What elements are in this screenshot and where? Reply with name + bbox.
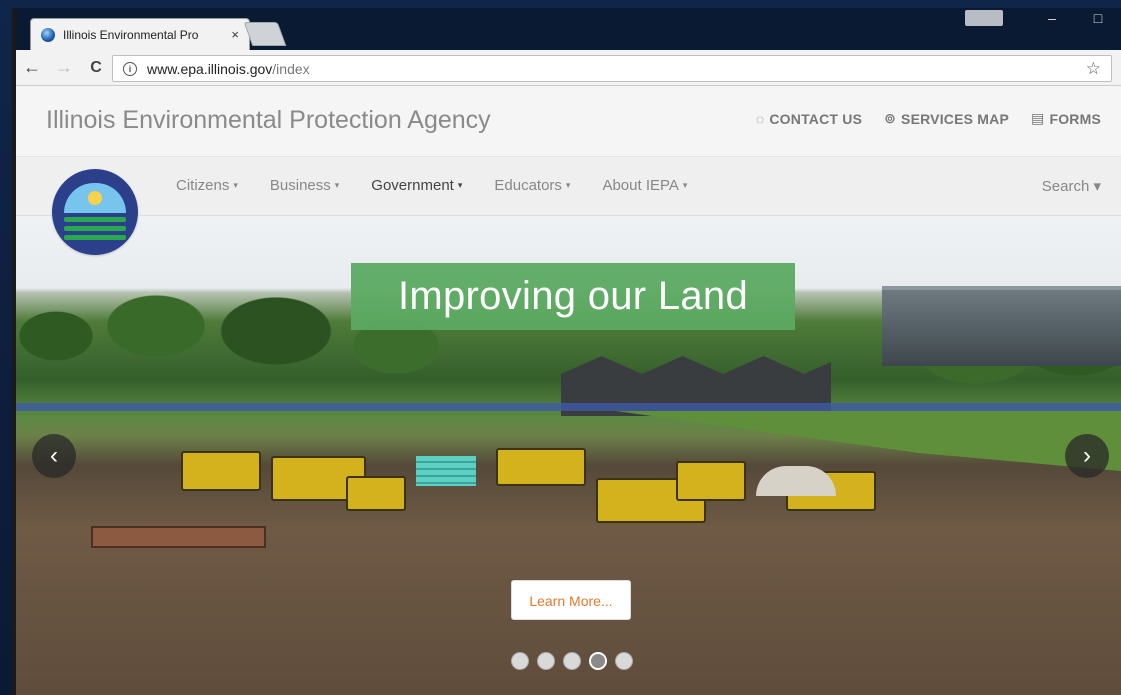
map-pin-icon: ⊚ — [884, 110, 897, 126]
services-map-link[interactable]: ⊚ SERVICES MAP — [884, 110, 1009, 127]
agency-name[interactable]: Illinois Environmental Protection Agency — [46, 106, 491, 135]
forms-label: FORMS — [1049, 110, 1101, 127]
site-favicon-icon — [41, 27, 55, 42]
bookmark-star-icon[interactable]: ☆ — [1086, 59, 1101, 79]
nav-citizens[interactable]: Citizens ▾ — [176, 177, 238, 194]
nav-educators[interactable]: Educators ▾ — [494, 177, 570, 194]
tab-close-icon[interactable]: × — [231, 27, 239, 42]
carousel-dot[interactable] — [615, 652, 633, 670]
logo-band — [64, 217, 126, 222]
nav-label: Educators — [494, 177, 562, 194]
chat-icon: ◌ — [755, 110, 765, 127]
reload-icon[interactable]: C — [80, 59, 112, 77]
services-map-label: SERVICES MAP — [901, 110, 1009, 127]
chevron-down-icon: ▾ — [682, 180, 688, 190]
browser-toolbar: ← → C i www.epa.illinois.gov/index ☆ — [16, 50, 1121, 86]
window-controls: – □ — [965, 8, 1121, 28]
hero-photo-pipes — [416, 456, 476, 486]
carousel-dot[interactable] — [589, 652, 607, 670]
main-navigation: Citizens ▾ Business ▾ Government ▾ Educator… — [16, 156, 1121, 255]
back-icon[interactable]: ← — [16, 57, 48, 78]
carousel-dot[interactable] — [563, 652, 581, 670]
hero-photo-steel-plate — [91, 526, 266, 548]
hero-photo-excavator — [676, 461, 746, 501]
nav-search[interactable]: Search ▾ — [1042, 177, 1101, 195]
chevron-down-icon: ▾ — [457, 180, 463, 190]
forward-icon[interactable]: → — [48, 57, 80, 78]
new-tab-button[interactable] — [243, 22, 287, 46]
nav-business[interactable]: Business ▾ — [270, 177, 339, 194]
logo-band — [64, 226, 126, 231]
forms-link[interactable]: ▤ FORMS — [1031, 110, 1101, 127]
url-path: /index — [272, 60, 310, 77]
carousel-prev-button[interactable]: ‹ — [32, 434, 76, 478]
logo-sun — [88, 191, 102, 205]
carousel-dot[interactable] — [537, 652, 555, 670]
minimize-icon[interactable]: – — [1029, 10, 1075, 26]
tab-strip: Illinois Environmental Pro × – □ — [16, 8, 1121, 50]
site-header: Illinois Environmental Protection Agency… — [16, 86, 1121, 156]
hero-photo-building — [882, 286, 1121, 366]
url-host: www.epa.illinois.gov — [147, 60, 273, 77]
learn-more-button[interactable]: Learn More... — [511, 580, 631, 620]
nav-label: About IEPA — [602, 177, 679, 194]
chevron-left-icon: ‹ — [50, 442, 58, 469]
browser-tab[interactable]: Illinois Environmental Pro × — [30, 18, 250, 50]
slide-title: Improving our Land — [351, 263, 795, 330]
logo-band — [64, 235, 126, 240]
carousel-dot[interactable] — [511, 652, 529, 670]
site-info-icon[interactable]: i — [123, 61, 137, 76]
hero-photo-bulldozer — [346, 476, 406, 511]
contact-us-label: CONTACT US — [769, 110, 863, 127]
document-icon: ▤ — [1031, 110, 1045, 126]
chevron-right-icon: › — [1083, 442, 1091, 469]
profile-chip[interactable] — [965, 10, 1003, 26]
nav-label: Business — [269, 177, 331, 194]
chevron-down-icon: ▾ — [565, 180, 571, 190]
hero-photo-fence — [16, 403, 1121, 411]
hero-photo-dump-truck — [181, 451, 261, 491]
nav-about-iepa[interactable]: About IEPA ▾ — [602, 177, 687, 194]
carousel-indicators — [511, 652, 633, 670]
chevron-down-icon: ▾ — [334, 180, 340, 190]
hero-photo-excavator — [496, 448, 586, 486]
contact-us-link[interactable]: ◌ CONTACT US — [756, 110, 862, 127]
tab-title: Illinois Environmental Pro — [63, 27, 199, 42]
nav-label: Citizens — [176, 177, 230, 194]
url-text[interactable]: www.epa.illinois.gov/index — [147, 61, 1086, 77]
address-bar[interactable]: i www.epa.illinois.gov/index ☆ — [112, 55, 1112, 82]
desktop-background: Illinois Environmental Pro × – □ ← → C i… — [0, 0, 1121, 695]
web-page: Illinois Environmental Protection Agency… — [16, 86, 1121, 695]
hero-carousel: Improving our Land ‹ › Learn More... — [16, 216, 1121, 695]
chevron-down-icon: ▾ — [233, 180, 238, 190]
nav-menu: Citizens ▾ Business ▾ Government ▾ Educator… — [176, 177, 687, 194]
nav-government[interactable]: Government ▾ — [371, 177, 462, 194]
nav-label: Government — [371, 177, 454, 194]
iepa-logo[interactable] — [52, 169, 138, 255]
browser-window: Illinois Environmental Pro × – □ ← → C i… — [12, 8, 1121, 695]
utility-links: ◌ CONTACT US ⊚ SERVICES MAP ▤ FORMS — [756, 110, 1101, 127]
maximize-icon[interactable]: □ — [1075, 10, 1121, 26]
carousel-next-button[interactable]: › — [1065, 434, 1109, 478]
